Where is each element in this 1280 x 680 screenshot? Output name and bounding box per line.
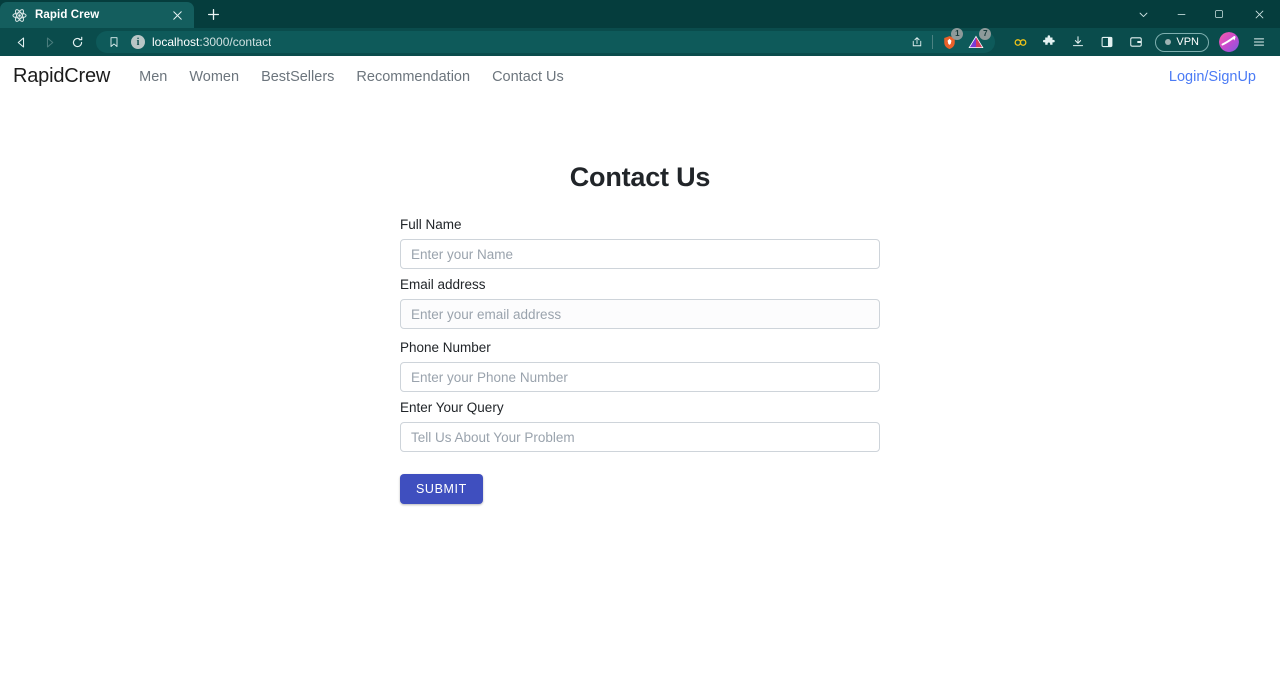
brave-shield-icon[interactable]: 1 (939, 28, 964, 54)
shield-badge: 1 (951, 28, 964, 40)
triangle-alert-icon[interactable]: 7 (965, 28, 992, 54)
browser-toolbar: i localhost:3000/contact 1 7 VPN (0, 28, 1280, 56)
new-tab-button[interactable] (200, 1, 226, 27)
field-email: Email address (400, 277, 880, 329)
brand-logo[interactable]: RapidCrew (0, 65, 128, 88)
nav-link-bestsellers[interactable]: BestSellers (250, 69, 345, 85)
bookmark-icon[interactable] (104, 30, 124, 54)
forward-arrow-icon[interactable] (36, 30, 62, 54)
field-phone: Phone Number (400, 340, 880, 392)
maximize-button[interactable] (1200, 0, 1238, 28)
navbar-right: Login/SignUp (1169, 68, 1256, 86)
field-full-name: Full Name (400, 217, 880, 269)
query-input[interactable] (400, 422, 880, 452)
hamburger-menu-icon[interactable] (1246, 30, 1272, 54)
reload-icon[interactable] (64, 30, 90, 54)
browser-tab-rapid-crew[interactable]: Rapid Crew (0, 2, 194, 28)
page-title: Contact Us (569, 162, 711, 192)
nav-link-contact-us[interactable]: Contact Us (481, 69, 575, 85)
puzzle-extension-icon[interactable] (1036, 30, 1062, 54)
phone-label: Phone Number (400, 340, 491, 355)
minimize-button[interactable] (1162, 0, 1200, 28)
info-circle-icon[interactable]: i (131, 35, 145, 49)
tab-title: Rapid Crew (35, 9, 100, 21)
nav-links: Men Women BestSellers Recommendation Con… (128, 69, 575, 85)
full-name-input[interactable] (400, 239, 880, 269)
page-content: Contact Us Full Name Email address Phone… (0, 97, 1280, 504)
browser-window: Rapid Crew i localhost:3000/contact 1 7 … (0, 0, 1280, 680)
contact-form: Full Name Email address Phone Number Ent… (400, 193, 880, 504)
omnibox-divider (932, 35, 934, 49)
address-bar[interactable]: i localhost:3000/contact 1 7 (96, 28, 996, 54)
download-icon[interactable] (1065, 30, 1091, 54)
window-close-button[interactable] (1238, 0, 1280, 28)
warning-badge: 7 (979, 28, 992, 40)
vpn-button[interactable]: VPN (1155, 32, 1209, 52)
window-controls (1124, 0, 1280, 28)
nav-link-recommendation[interactable]: Recommendation (345, 69, 481, 85)
vpn-label: VPN (1176, 36, 1199, 48)
submit-button[interactable]: SUBMIT (400, 474, 483, 504)
email-input[interactable] (400, 299, 880, 329)
query-label: Enter Your Query (400, 400, 504, 415)
back-arrow-icon[interactable] (8, 30, 34, 54)
toolbar-right-actions: VPN (1007, 30, 1272, 54)
tab-search-button[interactable] (1124, 0, 1162, 28)
share-icon[interactable] (908, 30, 926, 54)
email-label: Email address (400, 277, 486, 292)
url-path: :3000/contact (199, 35, 272, 49)
field-query: Enter Your Query (400, 400, 880, 452)
leo-ai-icon[interactable] (1007, 30, 1033, 54)
url-host: localhost (152, 35, 200, 49)
url-text: localhost:3000/contact (152, 35, 271, 49)
nav-link-women[interactable]: Women (178, 69, 250, 85)
brave-wallet-icon[interactable] (1123, 30, 1149, 54)
page-viewport: RapidCrew Men Women BestSellers Recommen… (0, 56, 1280, 680)
sidebar-panel-icon[interactable] (1094, 30, 1120, 54)
full-name-label: Full Name (400, 217, 462, 232)
tab-strip: Rapid Crew (0, 0, 1280, 28)
login-signup-link[interactable]: Login/SignUp (1169, 69, 1256, 85)
vpn-status-dot (1165, 39, 1172, 45)
react-atom-icon (12, 8, 27, 23)
phone-input[interactable] (400, 362, 880, 392)
nav-link-men[interactable]: Men (128, 69, 178, 85)
site-navbar: RapidCrew Men Women BestSellers Recommen… (0, 56, 1280, 97)
profile-avatar-icon[interactable] (1219, 32, 1239, 52)
tab-close-icon[interactable] (169, 7, 186, 24)
omnibox-actions: 1 7 (908, 28, 992, 54)
